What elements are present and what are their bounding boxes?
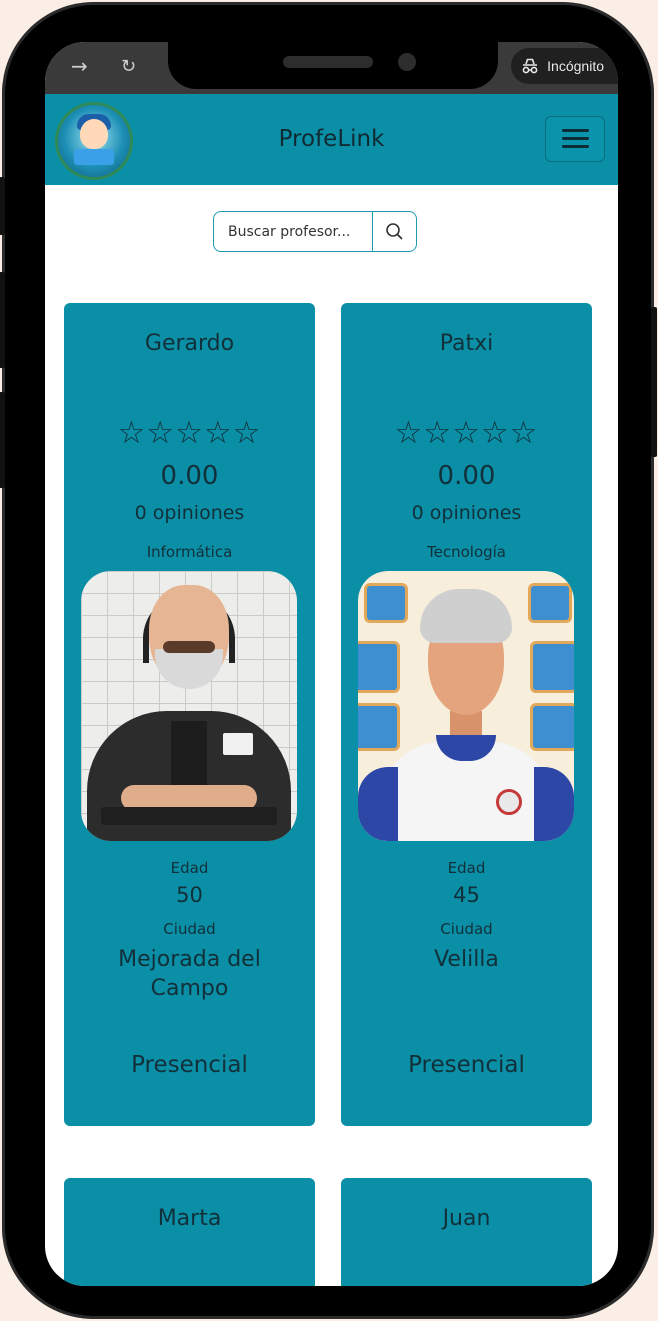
arrow-right-icon[interactable]: → <box>71 54 88 78</box>
photo-sleeve <box>534 767 574 841</box>
city-value: Mejorada del Campo <box>118 947 261 1001</box>
teacher-photo <box>81 571 297 841</box>
logo-book <box>74 149 114 165</box>
teacher-name: Juan <box>442 1206 491 1231</box>
rating-value: 0.00 <box>160 461 219 491</box>
reload-icon[interactable]: ↻ <box>121 56 136 77</box>
screen: → ↻ Incógnito ProfeLink Buscar profesor.… <box>45 42 618 1286</box>
search-button[interactable] <box>372 212 416 251</box>
star-rating-icon: ☆☆☆☆☆ <box>394 415 539 451</box>
age-label: Edad <box>170 859 209 877</box>
opinions-count: 0 opiniones <box>411 502 522 524</box>
photo-panel <box>364 583 408 623</box>
browser-toolbar: → ↻ Incógnito <box>45 42 618 94</box>
teacher-card[interactable]: Marta <box>64 1178 315 1286</box>
hamburger-icon <box>562 129 589 132</box>
star-rating-icon: ☆☆☆☆☆ <box>117 415 262 451</box>
rating-value: 0.00 <box>437 461 496 491</box>
search-input[interactable] <box>214 212 372 251</box>
city-label: Ciudad <box>440 920 493 938</box>
age-value: 45 <box>453 883 480 907</box>
teacher-card[interactable]: Juan <box>341 1178 592 1286</box>
search-icon <box>386 223 403 240</box>
search-form <box>213 211 417 252</box>
teacher-card[interactable]: Patxi ☆☆☆☆☆ 0.00 0 opiniones Tecnología <box>341 303 592 1126</box>
volume-up-button <box>0 272 5 368</box>
menu-toggle-button[interactable] <box>545 116 605 162</box>
teaching-mode: Presencial <box>408 1052 525 1078</box>
opinions-count: 0 opiniones <box>134 502 245 524</box>
photo-badge <box>223 733 253 755</box>
logo[interactable] <box>55 102 133 180</box>
teacher-subject: Tecnología <box>427 543 506 561</box>
teacher-card[interactable]: Gerardo ☆☆☆☆☆ 0.00 0 opiniones Informáti… <box>64 303 315 1126</box>
photo-panel <box>358 703 400 751</box>
volume-down-button <box>0 392 5 488</box>
teacher-name: Gerardo <box>144 331 235 356</box>
front-camera <box>398 53 416 71</box>
phone-notch <box>168 42 498 89</box>
photo-panel <box>358 641 400 693</box>
silent-switch <box>0 177 5 235</box>
photo-sleeve <box>358 767 398 841</box>
photo-hair <box>420 589 512 643</box>
age-label: Edad <box>447 859 486 877</box>
city-label: Ciudad <box>163 920 216 938</box>
photo-panel <box>530 641 574 693</box>
photo-panel <box>528 583 572 623</box>
teacher-name: Patxi <box>439 331 494 356</box>
hamburger-icon-line <box>562 137 589 140</box>
photo-keyboard <box>101 807 277 825</box>
phone-frame: → ↻ Incógnito ProfeLink Buscar profesor.… <box>0 2 657 1319</box>
power-button <box>651 307 657 457</box>
hamburger-icon-line <box>562 145 589 148</box>
incognito-icon <box>522 58 538 74</box>
teaching-mode: Presencial <box>131 1052 248 1078</box>
incognito-label: Incógnito <box>547 58 604 74</box>
photo-moustache <box>163 641 215 653</box>
incognito-badge[interactable]: Incógnito <box>511 48 618 84</box>
photo-panel <box>530 703 574 751</box>
photo-crest <box>496 789 522 815</box>
logo-face <box>80 119 108 149</box>
city-value: Velilla <box>434 947 499 972</box>
navbar: ProfeLink <box>45 94 618 185</box>
speaker <box>283 56 373 68</box>
teacher-subject: Informática <box>146 543 233 561</box>
teacher-photo <box>358 571 574 841</box>
age-value: 50 <box>176 883 203 907</box>
teacher-name: Marta <box>157 1206 222 1231</box>
